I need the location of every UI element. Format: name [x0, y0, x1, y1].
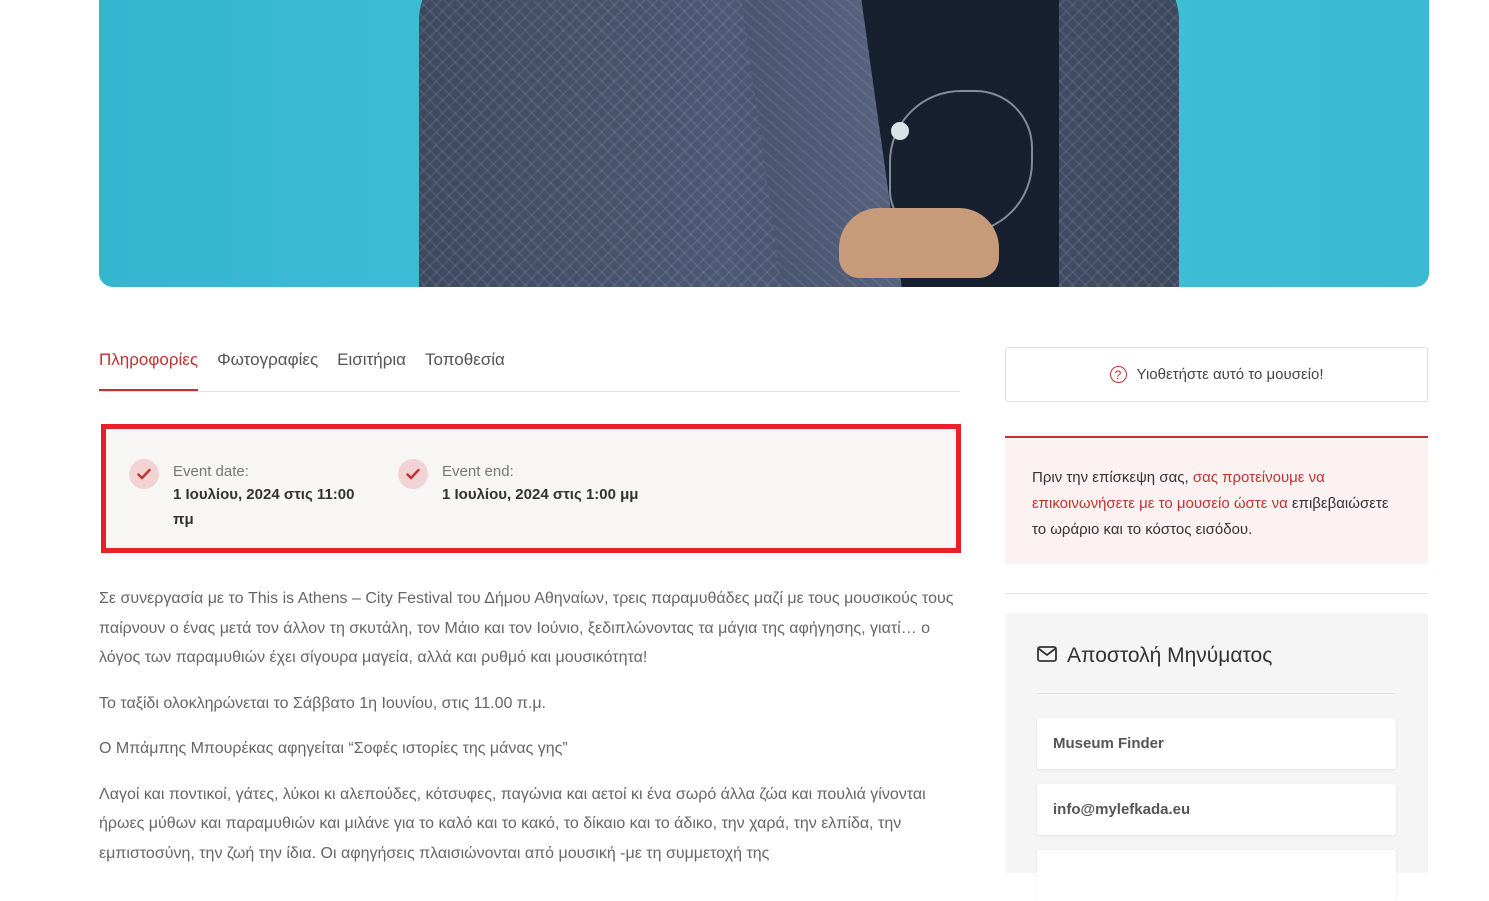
sidebar-divider [1005, 593, 1428, 594]
event-end: Event end: 1 Ιουλίου, 2024 στις 1:00 μμ [398, 459, 702, 507]
hero-shirt-button [891, 122, 909, 140]
contact-form-header: Αποστολή Μηνύματος [1037, 644, 1272, 668]
contact-form-divider [1037, 693, 1395, 694]
message-field[interactable] [1037, 850, 1396, 901]
event-end-label: Event end: [442, 463, 514, 480]
name-field[interactable]: Museum Finder [1037, 718, 1396, 769]
event-description: Σε συνεργασία με το This is Athens – Cit… [99, 584, 964, 884]
adopt-museum-label: Υιοθετήστε αυτό το μουσείο! [1136, 366, 1324, 383]
contact-form: Αποστολή Μηνύματος Museum Finder info@my… [1005, 613, 1428, 901]
tab-tickets[interactable]: Εισιτήρια [337, 346, 406, 386]
event-dates-box: Event date: 1 Ιουλίου, 2024 στις 11:00 π… [101, 424, 961, 553]
hero-hand [839, 208, 999, 278]
tab-location[interactable]: Τοποθεσία [425, 346, 505, 386]
tab-info[interactable]: Πληροφορίες [99, 346, 199, 391]
tab-photos[interactable]: Φωτογραφίες [217, 346, 318, 386]
description-paragraph: Το ταξίδι ολοκληρώνεται το Σάββατο 1η Ιο… [99, 694, 546, 712]
question-circle-icon: ? [1109, 366, 1127, 383]
envelope-icon [1037, 645, 1057, 667]
check-icon [398, 459, 428, 489]
event-start-label: Event date: [173, 463, 249, 480]
description-paragraph: Σε συνεργασία με το This is Athens – Cit… [99, 590, 954, 666]
event-start-value: 1 Ιουλίου, 2024 στις 11:00 πμ [173, 486, 355, 528]
event-start: Event date: 1 Ιουλίου, 2024 στις 11:00 π… [129, 459, 373, 532]
email-field[interactable]: info@mylefkada.eu [1037, 784, 1396, 835]
contact-form-title: Αποστολή Μηνύματος [1067, 644, 1273, 667]
event-end-value: 1 Ιουλίου, 2024 στις 1:00 μμ [442, 486, 639, 503]
notice-text-pre: Πριν την επίσκεψη σας, [1032, 469, 1193, 486]
hero-image [99, 0, 1429, 287]
tab-bar: Πληροφορίες Φωτογραφίες Εισιτήρια Τοποθε… [99, 346, 960, 392]
check-icon [129, 459, 159, 489]
visit-notice: Πριν την επίσκεψη σας, σας προτείνουμε ν… [1005, 436, 1428, 564]
adopt-museum-button[interactable]: ? Υιοθετήστε αυτό το μουσείο! [1005, 347, 1428, 402]
description-paragraph: Λαγοί και ποντικοί, γάτες, λύκοι κι αλεπ… [99, 785, 926, 862]
description-paragraph: Ο Μπάμπης Μπουρέκας αφηγείται “Σοφές ιστ… [99, 740, 568, 757]
